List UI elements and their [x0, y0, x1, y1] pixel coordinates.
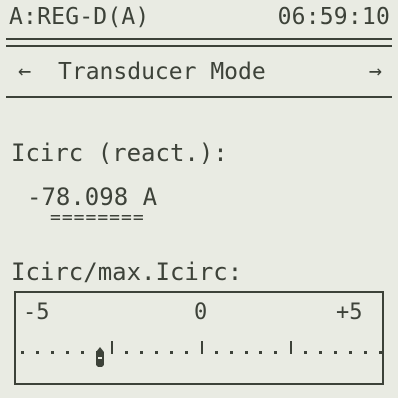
mode-divider — [6, 96, 392, 98]
gauge-minor-tick — [333, 351, 337, 354]
register-label: A:REG-D(A) — [9, 4, 150, 30]
gauge-scale-mid: 0 — [194, 300, 208, 325]
mode-navigation: ← Transducer Mode → — [6, 55, 392, 91]
gauge-minor-tick — [348, 351, 352, 354]
gauge-minor-tick — [140, 351, 144, 354]
gauge-minor-tick — [35, 351, 39, 354]
gauge-minor-tick — [184, 351, 188, 354]
clock-display: 06:59:10 — [277, 4, 390, 30]
gauge-pointer-icon — [96, 347, 105, 367]
mode-title: Transducer Mode — [58, 59, 266, 85]
gauge-minor-tick — [244, 351, 248, 354]
gauge-minor-tick — [65, 351, 69, 354]
gauge-scale-max: +5 — [336, 300, 363, 325]
gauge-minor-tick — [259, 351, 263, 354]
gauge-minor-tick — [155, 351, 159, 354]
gauge-major-tick — [200, 341, 203, 354]
gauge-major-tick — [290, 341, 293, 354]
gauge-minor-tick — [363, 351, 367, 354]
gauge-minor-tick — [125, 351, 129, 354]
measurement-underline: ======== — [50, 207, 145, 228]
previous-mode-arrow-icon[interactable]: ← — [18, 61, 31, 83]
lcd-screen: A:REG-D(A) 06:59:10 ← Transducer Mode → … — [0, 0, 398, 398]
gauge-minor-tick — [378, 351, 382, 354]
gauge-minor-tick — [274, 351, 278, 354]
status-divider-lower — [6, 45, 392, 47]
gauge-tick-row — [20, 341, 382, 363]
ratio-label: Icirc/max.Icirc: — [11, 258, 243, 286]
gauge-minor-tick — [21, 351, 24, 354]
gauge-minor-tick — [50, 351, 54, 354]
gauge-minor-tick — [229, 351, 233, 354]
status-divider-upper — [6, 38, 392, 40]
measurement-label: Icirc (react.): — [11, 139, 228, 167]
gauge-minor-tick — [319, 351, 322, 354]
gauge-minor-tick — [214, 351, 218, 354]
gauge-scale-min: -5 — [23, 300, 50, 325]
measurement-value: -78.098 A — [27, 183, 158, 211]
gauge-major-tick — [111, 341, 114, 354]
gauge-minor-tick — [304, 351, 308, 354]
next-mode-arrow-icon[interactable]: → — [369, 61, 382, 83]
gauge-minor-tick — [170, 351, 173, 354]
gauge-minor-tick — [80, 351, 84, 354]
